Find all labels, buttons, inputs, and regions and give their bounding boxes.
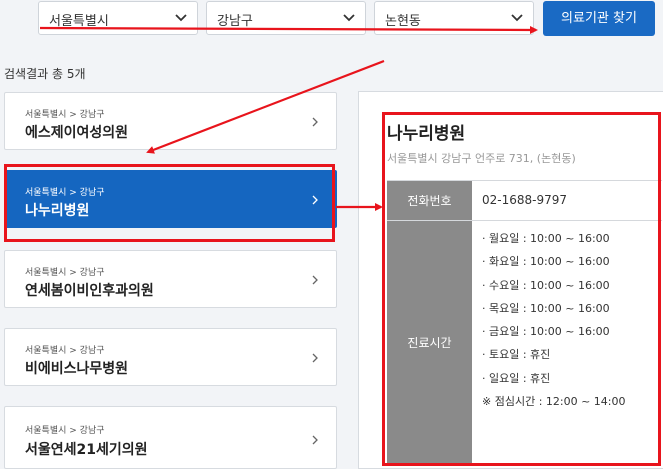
hours-list: · 월요일 : 10:00 ~ 16:00 · 화요일 : 10:00 ~ 16… [482,227,626,413]
item-name: 에스제이여성의원 [25,125,129,141]
item-location: 서울특별시 > 강남구 [25,426,105,436]
city-select[interactable]: 서울특별시 [38,1,198,35]
hours-item: · 토요일 : 휴진 [482,348,551,362]
city-select-value: 서울특별시 [49,14,109,29]
result-count: 검색결과 총 5개 [4,67,86,81]
hospital-search-page: 서울특별시 강남구 논현동 의료기관 찾기 검색결과 총 5개 서울특별시 > … [0,0,663,469]
chevron-down-icon [343,14,355,22]
list-item[interactable]: 서울특별시 > 강남구 에스제이여성의원 [4,92,337,150]
item-name: 연세봄이비인후과의원 [25,283,154,299]
phone-number: 02-1688-9797 [482,193,568,207]
hours-label: 진료시간 [387,221,472,464]
item-location: 서울특별시 > 강남구 [25,346,105,356]
hours-row: 진료시간 · 월요일 : 10:00 ~ 16:00 · 화요일 : 10:00… [387,220,662,464]
list-item-selected[interactable]: 서울특별시 > 강남구 나누리병원 [4,170,337,228]
hours-item: · 일요일 : 휴진 [482,371,551,385]
hours-item: · 목요일 : 10:00 ~ 16:00 [482,301,610,315]
chevron-right-icon [312,353,318,363]
chevron-right-icon [312,435,318,445]
chevron-down-icon [511,14,523,22]
item-name: 나누리병원 [25,203,90,219]
item-location: 서울특별시 > 강남구 [25,110,105,120]
item-name: 서울연세21세기의원 [25,442,148,458]
district-select-value: 강남구 [217,14,253,29]
chevron-down-icon [175,14,187,22]
item-location: 서울특별시 > 강남구 [25,188,105,198]
chevron-right-icon [312,275,318,285]
district-select[interactable]: 강남구 [206,1,366,35]
dong-select[interactable]: 논현동 [374,1,534,35]
hours-item: · 금요일 : 10:00 ~ 16:00 [482,325,610,339]
detail-address: 서울특별시 강남구 언주로 731, (논현동) [387,152,576,165]
hours-item: · 화요일 : 10:00 ~ 16:00 [482,255,610,269]
dong-select-value: 논현동 [385,14,421,29]
chevron-right-icon [312,195,318,205]
phone-label: 전화번호 [387,181,472,220]
chevron-right-icon [312,117,318,127]
detail-title: 나누리병원 [387,124,466,144]
hours-item: ※ 점심시간 : 12:00 ~ 14:00 [482,395,626,409]
item-location: 서울특별시 > 강남구 [25,268,105,278]
hours-item: · 월요일 : 10:00 ~ 16:00 [482,232,610,245]
phone-row: 전화번호 02-1688-9797 [387,180,662,220]
list-item[interactable]: 서울특별시 > 강남구 서울연세21세기의원 [4,406,337,469]
list-item[interactable]: 서울특별시 > 강남구 연세봄이비인후과의원 [4,250,337,308]
hours-item: · 수요일 : 10:00 ~ 16:00 [482,278,610,292]
item-name: 비에비스나무병원 [25,361,129,377]
find-hospital-button[interactable]: 의료기관 찾기 [543,1,655,36]
list-item[interactable]: 서울특별시 > 강남구 비에비스나무병원 [4,328,337,386]
